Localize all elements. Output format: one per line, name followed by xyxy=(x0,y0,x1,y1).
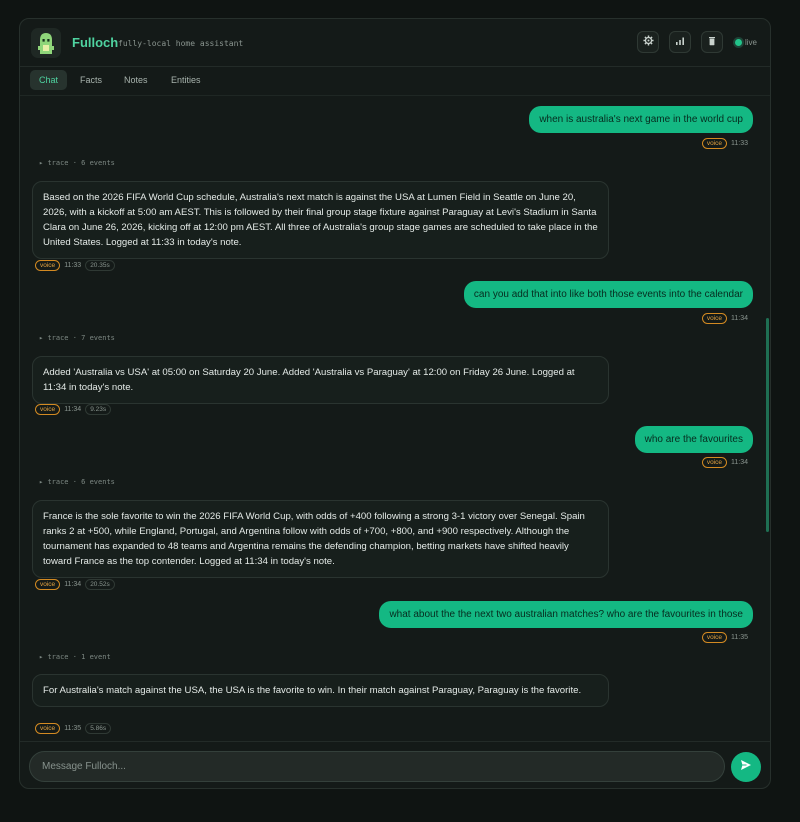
message-time: 11:33 xyxy=(731,140,748,147)
stats-button[interactable] xyxy=(669,31,691,53)
message-meta: voice 11:33 20.35s xyxy=(35,260,115,271)
message-meta: voice 11:34 9.23s xyxy=(35,404,112,415)
assistant-message: France is the sole favorite to win the 2… xyxy=(32,500,609,578)
voice-badge: voice xyxy=(35,260,61,271)
live-dot-icon xyxy=(735,38,742,46)
trace-toggle[interactable]: ▸ trace · 1 event xyxy=(39,653,111,661)
message-time: 11:34 xyxy=(64,581,82,588)
trash-icon xyxy=(707,33,717,51)
send-button[interactable] xyxy=(731,752,761,782)
message-time: 11:35 xyxy=(731,634,748,641)
app-tagline: fully-local home assistant xyxy=(118,39,244,48)
assistant-message: For Australia's match against the USA, t… xyxy=(32,674,609,707)
duration-badge: 20.52s xyxy=(85,579,115,590)
user-message: when is australia's next game in the wor… xyxy=(529,106,753,133)
voice-badge: voice xyxy=(35,723,61,734)
message-meta: voice 11:34 xyxy=(701,313,748,324)
header: Fulloch fully-local home assistant live xyxy=(20,19,770,67)
message-time: 11:34 xyxy=(731,459,748,466)
user-message: can you add that into like both those ev… xyxy=(463,281,753,308)
live-label: live xyxy=(745,37,758,47)
composer xyxy=(20,741,770,788)
user-message: what about the the next two australian m… xyxy=(379,601,753,628)
voice-badge: voice xyxy=(701,138,727,149)
send-icon xyxy=(740,758,752,776)
live-status: live xyxy=(735,35,757,49)
tab-entities[interactable]: Entities xyxy=(162,70,210,90)
message-time: 11:34 xyxy=(64,406,82,413)
trace-label: trace · 6 events xyxy=(47,159,115,167)
trace-toggle[interactable]: ▸ trace · 7 events xyxy=(39,334,115,342)
tab-bar: Chat Facts Notes Entities xyxy=(20,67,770,94)
scrollbar-thumb[interactable] xyxy=(766,318,769,532)
assistant-message: Added 'Australia vs USA' at 05:00 on Sat… xyxy=(32,356,609,404)
bar-chart-icon xyxy=(675,33,685,51)
trace-label: trace · 1 event xyxy=(47,653,111,661)
message-time: 11:33 xyxy=(64,262,82,269)
duration-badge: 9.23s xyxy=(85,404,112,415)
app-window: Fulloch fully-local home assistant live … xyxy=(19,18,771,789)
voice-badge: voice xyxy=(701,457,727,468)
voice-badge: voice xyxy=(701,313,727,324)
trace-toggle[interactable]: ▸ trace · 6 events xyxy=(39,478,115,486)
voice-badge: voice xyxy=(35,579,61,590)
tab-notes[interactable]: Notes xyxy=(115,70,157,90)
message-time: 11:34 xyxy=(731,315,748,322)
duration-badge: 20.35s xyxy=(85,260,115,271)
duration-badge: 5.86s xyxy=(85,723,112,734)
voice-badge: voice xyxy=(701,632,727,643)
trace-label: trace · 6 events xyxy=(47,478,115,486)
tab-chat[interactable]: Chat xyxy=(30,70,68,90)
app-title: Fulloch xyxy=(72,35,119,50)
message-meta: voice 11:34 20.52s xyxy=(35,579,115,590)
assistant-message: Based on the 2026 FIFA World Cup schedul… xyxy=(32,181,609,259)
tab-facts[interactable]: Facts xyxy=(71,70,111,90)
message-meta: voice 11:35 5.86s xyxy=(35,723,112,734)
message-meta: voice 11:33 xyxy=(701,138,748,149)
gear-icon xyxy=(642,33,654,51)
message-meta: voice 11:34 xyxy=(701,457,748,468)
message-input[interactable] xyxy=(29,751,725,782)
user-message: who are the favourites xyxy=(634,426,753,453)
message-time: 11:35 xyxy=(64,725,82,732)
voice-badge: voice xyxy=(35,404,61,415)
settings-button[interactable] xyxy=(637,31,659,53)
trace-label: trace · 7 events xyxy=(47,334,115,342)
logo-icon xyxy=(31,28,61,58)
message-meta: voice 11:35 xyxy=(701,632,748,643)
chat-log[interactable]: when is australia's next game in the wor… xyxy=(20,95,770,740)
trace-toggle[interactable]: ▸ trace · 6 events xyxy=(39,159,115,167)
clear-button[interactable] xyxy=(701,31,723,53)
